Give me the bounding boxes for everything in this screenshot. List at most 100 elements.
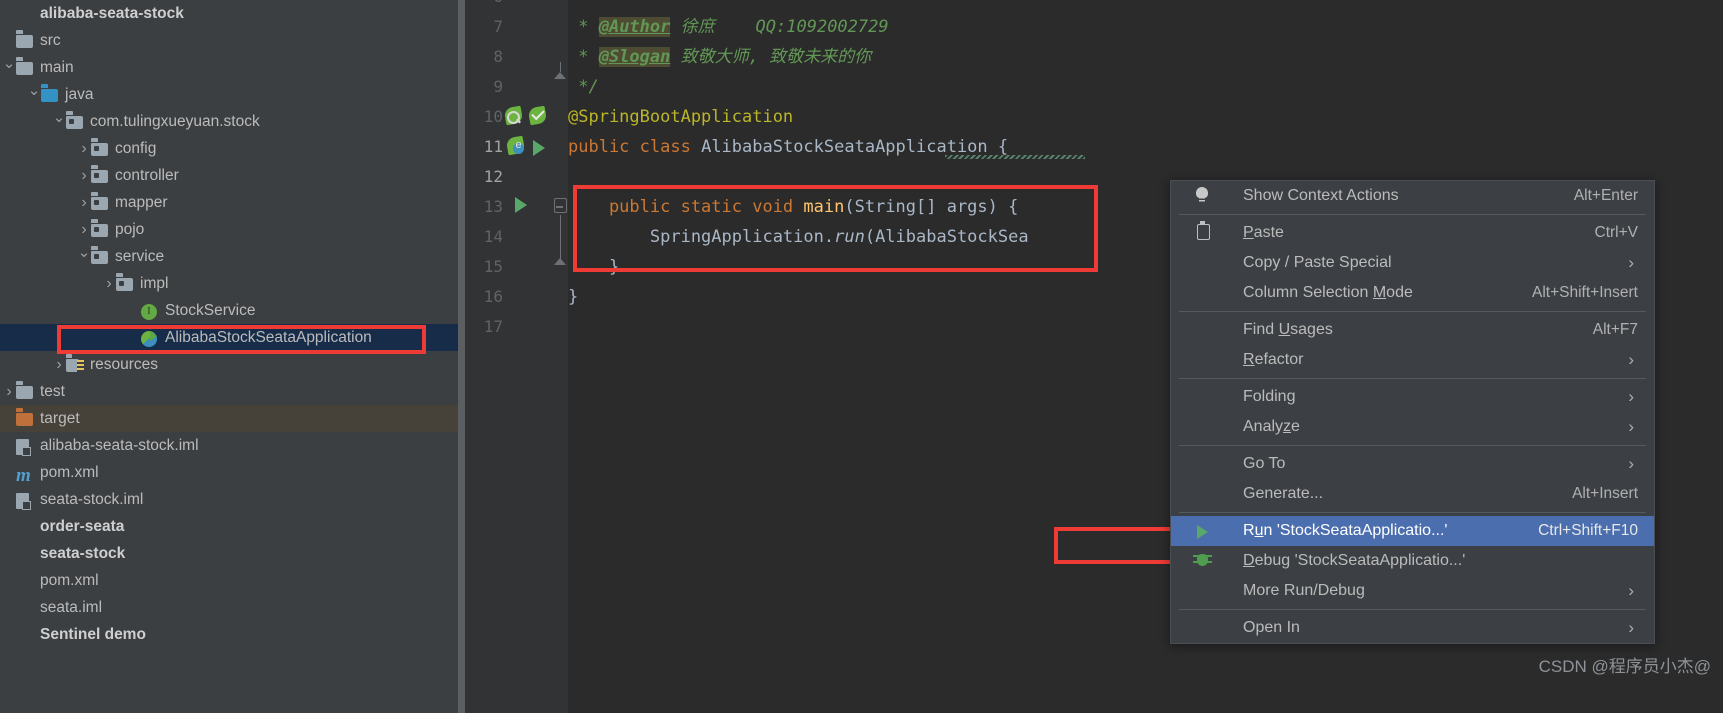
tree-item-service[interactable]: service [0, 243, 458, 270]
fold-start-marker-icon[interactable] [554, 198, 574, 218]
tree-item-pom-xml[interactable]: pom.xml [0, 459, 458, 486]
menu-separator [1179, 214, 1646, 215]
chevron-right-icon[interactable] [77, 216, 91, 244]
chevron-right-icon[interactable] [2, 378, 16, 406]
spring-bean-search-icon[interactable] [503, 105, 525, 127]
tree-item-java[interactable]: java [0, 81, 458, 108]
fold-end-marker-icon[interactable] [554, 62, 574, 92]
project-tree-panel[interactable]: alibaba-seata-stock src main java com.tuling… [0, 0, 458, 713]
menu-item-show-context-actions[interactable]: Show Context Actions Alt+Enter [1171, 181, 1654, 211]
resources-folder-icon [66, 357, 84, 373]
tree-item-label: seata-stock [40, 545, 126, 562]
chevron-right-icon: › [1628, 417, 1634, 436]
code-line-6[interactable]: 6 [465, 0, 1723, 12]
menu-item-refactor[interactable]: Refactor › [1171, 345, 1654, 375]
tree-item-label: src [40, 32, 61, 49]
menu-item-go-to[interactable]: Go To › [1171, 449, 1654, 479]
menu-item-find-usages[interactable]: Find Usages Alt+F7 [1171, 315, 1654, 345]
bug-icon [1193, 546, 1215, 576]
code-text: * @Author 徐庶 QQ:1092002729 [568, 17, 889, 37]
tree-item-mapper[interactable]: mapper [0, 189, 458, 216]
chevron-down-icon[interactable] [77, 243, 91, 271]
menu-item-no-icon [1193, 613, 1215, 643]
code-line-10[interactable]: 10 @SpringBootApplication [465, 102, 1723, 132]
menu-item-debug-stockseataapplicatio[interactable]: Debug 'StockSeataApplicatio...' [1171, 546, 1654, 576]
ide-window: alibaba-seata-stock src main java com.tuling… [0, 0, 1723, 713]
chevron-right-icon[interactable] [52, 351, 66, 379]
tree-item-seata-iml[interactable]: seata.iml [0, 594, 458, 621]
chevron-down-icon[interactable] [2, 54, 16, 82]
tree-item-label: mapper [115, 194, 168, 211]
menu-item-no-icon [1193, 449, 1215, 479]
tree-item-controller[interactable]: controller [0, 162, 458, 189]
code-line-9[interactable]: 9 */ [465, 72, 1723, 102]
tree-item-label: test [40, 383, 65, 400]
tree-item-alibaba-seata-stock-iml[interactable]: alibaba-seata-stock.iml [0, 432, 458, 459]
package-icon [91, 195, 109, 211]
tree-item-label: impl [140, 275, 169, 292]
spring-boot-config-icon[interactable] [505, 135, 527, 157]
code-line-8[interactable]: 8 * @Slogan 致敬大师, 致敬未来的你 [465, 42, 1723, 72]
tree-item-pojo[interactable]: pojo [0, 216, 458, 243]
chevron-right-icon[interactable] [102, 270, 116, 298]
tree-item-stockservice[interactable]: StockService [0, 297, 458, 324]
editor-context-menu[interactable]: Show Context Actions Alt+Enter Paste Ctrl+V… [1170, 180, 1655, 644]
tree-item-main[interactable]: main [0, 54, 458, 81]
fold-region-line [559, 215, 561, 263]
tree-item-sentinel-demo[interactable]: Sentinel demo [0, 621, 458, 648]
tree-item-label: AlibabaStockSeataApplication [165, 329, 372, 346]
chevron-right-icon[interactable] [77, 135, 91, 163]
chevron-right-icon: › [1628, 618, 1634, 637]
menu-item-open-in[interactable]: Open In › [1171, 613, 1654, 643]
chevron-right-icon[interactable] [77, 162, 91, 190]
run-class-gutter-icon[interactable] [533, 140, 553, 160]
run-main-gutter-icon[interactable] [515, 197, 535, 217]
tree-item-test[interactable]: test [0, 378, 458, 405]
tree-item-label: controller [115, 167, 179, 184]
menu-item-analyze[interactable]: Analyze › [1171, 412, 1654, 442]
line-number: 10 [483, 107, 503, 126]
line-number: 15 [483, 257, 503, 276]
menu-item-folding[interactable]: Folding › [1171, 382, 1654, 412]
tree-item-com-tulingxueyuan-stock[interactable]: com.tulingxueyuan.stock [0, 108, 458, 135]
package-icon [91, 168, 109, 184]
excluded-folder-icon [16, 411, 34, 427]
tree-item-seata-stock-iml[interactable]: seata-stock.iml [0, 486, 458, 513]
tree-item-pom-xml[interactable]: pom.xml [0, 567, 458, 594]
tree-item-impl[interactable]: impl [0, 270, 458, 297]
code-line-7[interactable]: 7 * @Author 徐庶 QQ:1092002729 [465, 12, 1723, 42]
chevron-right-icon: › [1628, 454, 1634, 473]
tree-item-config[interactable]: config [0, 135, 458, 162]
spring-bean-check-icon[interactable] [527, 105, 549, 127]
menu-item-run-stockseataapplicatio[interactable]: Run 'StockSeataApplicatio...' Ctrl+Shift+… [1171, 516, 1654, 546]
panel-divider-thumb[interactable] [458, 0, 465, 713]
package-icon [91, 141, 109, 157]
tree-item-order-seata[interactable]: order-seata [0, 513, 458, 540]
menu-item-more-run-debug[interactable]: More Run/Debug › [1171, 576, 1654, 606]
tree-item-target[interactable]: target [0, 405, 458, 432]
tree-item-label: config [115, 140, 157, 157]
folder-icon [16, 33, 34, 49]
chevron-down-icon[interactable] [27, 81, 41, 109]
tree-item-seata-stock[interactable]: seata-stock [0, 540, 458, 567]
tree-item-alibabastockseataapplication[interactable]: AlibabaStockSeataApplication [0, 324, 458, 351]
menu-item-generate[interactable]: Generate... Alt+Insert [1171, 479, 1654, 509]
line-number: 16 [483, 287, 503, 306]
menu-item-paste[interactable]: Paste Ctrl+V [1171, 218, 1654, 248]
package-icon [66, 114, 84, 130]
tree-item-resources[interactable]: resources [0, 351, 458, 378]
folder-icon [16, 384, 34, 400]
tree-item-alibaba-seata-stock[interactable]: alibaba-seata-stock [0, 0, 458, 27]
fold-end-marker-2-icon[interactable] [554, 258, 574, 278]
line-number: 11 [483, 137, 503, 156]
menu-item-copy-paste-special[interactable]: Copy / Paste Special › [1171, 248, 1654, 278]
code-line-11[interactable]: 11 public class AlibabaStockSeataApplicat… [465, 132, 1723, 162]
chevron-right-icon: › [1628, 581, 1634, 600]
chevron-right-icon[interactable] [77, 189, 91, 217]
code-text: SpringApplication.run(AlibabaStockSea [568, 227, 1029, 247]
menu-item-column-selection-mode[interactable]: Column Selection Mode Alt+Shift+Insert [1171, 278, 1654, 308]
chevron-down-icon[interactable] [52, 108, 66, 136]
tree-item-src[interactable]: src [0, 27, 458, 54]
chevron-right-icon: › [1628, 387, 1634, 406]
menu-item-label: Copy / Paste Special [1243, 254, 1392, 271]
